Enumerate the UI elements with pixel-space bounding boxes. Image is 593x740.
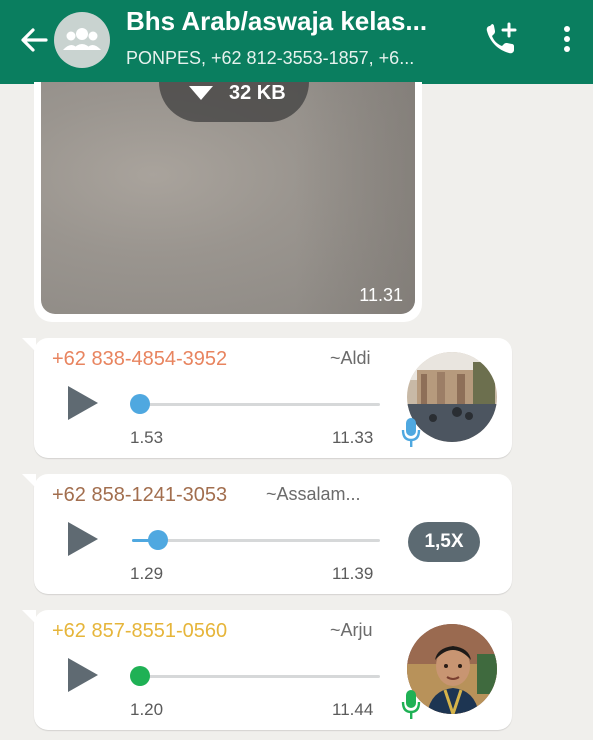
audio-duration: 1.53 bbox=[130, 428, 164, 447]
voice-message[interactable]: +62 858-1241-3053 ~Assalam... 1.29 11.39… bbox=[22, 474, 512, 594]
blurred-image-preview[interactable]: 32 KB 11.31 bbox=[41, 82, 415, 314]
chat-title[interactable]: Bhs Arab/aswaja kelas... bbox=[126, 6, 466, 37]
message-time: 11.31 bbox=[359, 285, 403, 305]
sender-phone[interactable]: +62 857-8551-0560 bbox=[52, 620, 227, 643]
seekbar-thumb[interactable] bbox=[130, 666, 150, 686]
sender-phone[interactable]: +62 858-1241-3053 bbox=[52, 484, 227, 507]
mic-icon bbox=[401, 690, 421, 719]
audio-seekbar[interactable] bbox=[132, 675, 380, 678]
group-icon bbox=[63, 28, 101, 50]
download-icon bbox=[189, 86, 213, 100]
download-button[interactable]: 32 KB bbox=[159, 82, 309, 122]
audio-seekbar[interactable] bbox=[132, 403, 380, 406]
message-time: 11.44 bbox=[332, 700, 374, 719]
play-icon[interactable] bbox=[68, 386, 98, 420]
audio-duration: 1.20 bbox=[130, 700, 164, 719]
group-avatar[interactable] bbox=[54, 12, 110, 68]
seekbar-thumb[interactable] bbox=[148, 530, 168, 550]
image-message[interactable]: 32 KB 11.31 bbox=[34, 82, 422, 322]
message-time: 11.39 bbox=[332, 564, 374, 583]
sender-push-name: ~Aldi bbox=[330, 348, 371, 368]
chat-participants[interactable]: PONPES, +62 812-3553-1857, +6... bbox=[126, 48, 466, 69]
playback-speed-button[interactable]: 1,5X bbox=[408, 522, 480, 562]
sender-phone[interactable]: +62 838-4854-3952 bbox=[52, 348, 227, 371]
bubble-tail bbox=[22, 610, 36, 624]
mic-icon bbox=[401, 418, 421, 447]
bubble-tail bbox=[22, 474, 36, 488]
audio-seekbar[interactable] bbox=[132, 539, 380, 542]
audio-duration: 1.29 bbox=[130, 564, 164, 583]
sender-push-name: ~Assalam... bbox=[266, 484, 361, 504]
play-icon[interactable] bbox=[68, 522, 98, 556]
download-size: 32 KB bbox=[229, 82, 286, 104]
voice-message[interactable]: +62 857-8551-0560 ~Arju 1.20 11.44 bbox=[22, 610, 512, 730]
message-time: 11.33 bbox=[332, 428, 374, 447]
chat-header: Bhs Arab/aswaja kelas... PONPES, +62 812… bbox=[0, 0, 593, 84]
bubble-tail bbox=[22, 338, 36, 352]
phone-plus-icon[interactable] bbox=[482, 20, 520, 58]
voice-message[interactable]: +62 838-4854-3952 ~Aldi 1.53 11.33 bbox=[22, 338, 512, 458]
more-vertical-icon[interactable] bbox=[556, 20, 578, 58]
sender-push-name: ~Arju bbox=[330, 620, 373, 640]
play-icon[interactable] bbox=[68, 658, 98, 692]
seekbar-thumb[interactable] bbox=[130, 394, 150, 414]
arrow-left-icon[interactable] bbox=[18, 24, 50, 56]
